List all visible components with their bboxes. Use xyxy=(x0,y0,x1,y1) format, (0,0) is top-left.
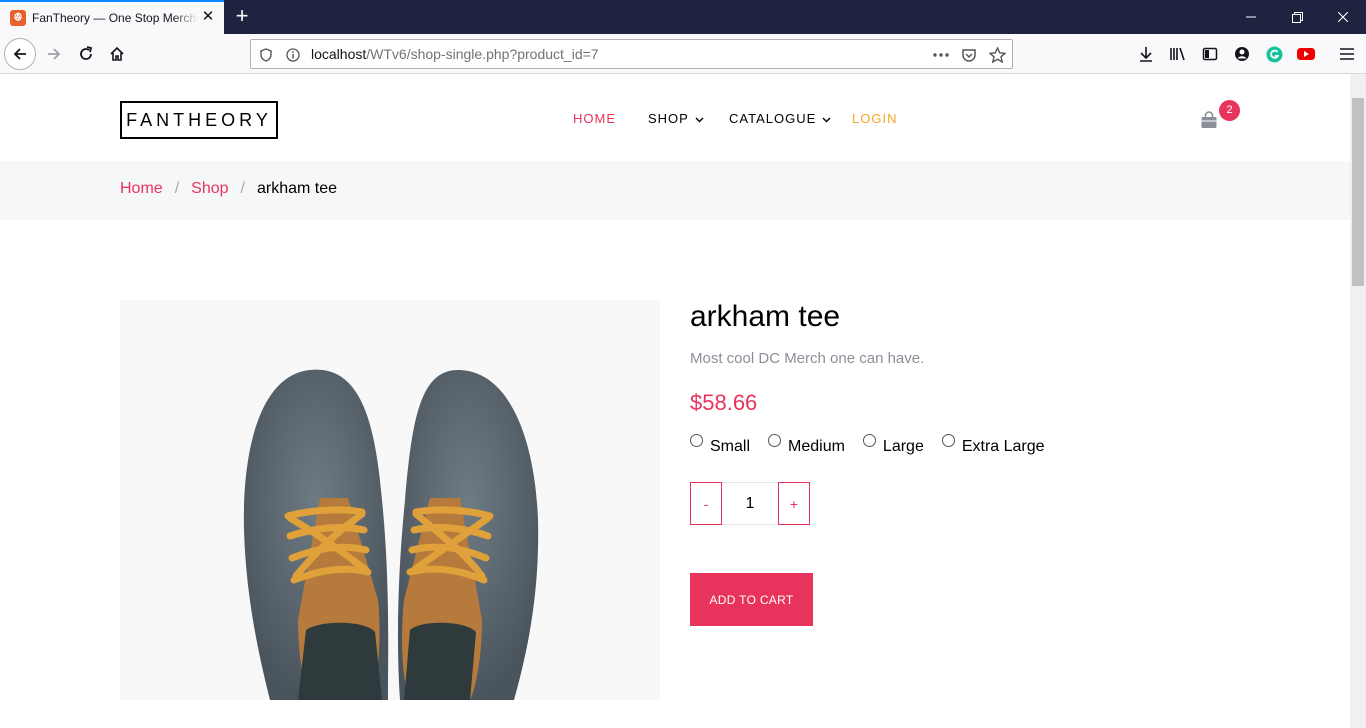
size-radio-extra-large[interactable] xyxy=(941,434,955,447)
close-window-button[interactable] xyxy=(1320,0,1366,34)
quantity-increase-button[interactable]: + xyxy=(778,482,810,525)
product-image xyxy=(120,300,660,700)
page-actions-icon[interactable] xyxy=(932,46,950,64)
new-tab-button[interactable]: + xyxy=(230,4,254,28)
hamburger-menu-icon xyxy=(1340,48,1354,60)
breadcrumb-separator: / xyxy=(240,180,245,197)
account-button[interactable] xyxy=(1226,38,1258,70)
size-option-large[interactable]: Large xyxy=(862,434,924,456)
address-bar[interactable]: localhost/WTv6/shop-single.php?product_i… xyxy=(250,39,1013,69)
left-shoe xyxy=(243,369,389,700)
breadcrumb-shop-link[interactable]: Shop xyxy=(191,180,228,197)
restore-window-button[interactable] xyxy=(1274,0,1320,34)
page-viewport: FANTHEORY HOME SHOP CATALOGUE LOGIN 2 Ho… xyxy=(0,74,1350,728)
bookmark-star-icon[interactable] xyxy=(988,46,1006,64)
tab-title: FanTheory — One Stop Merche xyxy=(32,11,198,25)
quantity-input[interactable] xyxy=(722,482,778,525)
browser-tab-bar: ꔮ FanTheory — One Stop Merche ✕ + xyxy=(0,0,1366,34)
site-favicon-icon: ꔮ xyxy=(10,10,26,26)
nav-home-link[interactable]: HOME xyxy=(573,111,616,126)
youtube-extension-button[interactable] xyxy=(1290,38,1322,70)
add-to-cart-button[interactable]: ADD TO CART xyxy=(690,573,813,626)
app-menu-button[interactable] xyxy=(1331,38,1363,70)
browser-tab[interactable]: ꔮ FanTheory — One Stop Merche ✕ xyxy=(0,0,224,34)
youtube-icon xyxy=(1297,48,1315,60)
grammarly-icon xyxy=(1266,46,1282,62)
forward-arrow-icon xyxy=(48,48,61,60)
grammarly-extension-button[interactable] xyxy=(1258,38,1290,70)
site-logo[interactable]: FANTHEORY xyxy=(120,101,278,139)
site-info-icon[interactable] xyxy=(284,46,302,64)
quantity-stepper: - + xyxy=(690,482,810,525)
browser-toolbar: localhost/WTv6/shop-single.php?product_i… xyxy=(0,34,1366,74)
tracking-shield-icon[interactable] xyxy=(257,46,275,64)
nav-shop-label: SHOP xyxy=(648,111,689,126)
quantity-decrease-button[interactable]: - xyxy=(690,482,722,525)
url-text: localhost/WTv6/shop-single.php?product_i… xyxy=(311,46,599,62)
size-radio-medium[interactable] xyxy=(768,434,782,447)
breadcrumb-current: arkham tee xyxy=(256,180,338,197)
product-price: $58.66 xyxy=(690,390,758,415)
size-label: Small xyxy=(710,438,751,455)
download-icon xyxy=(1140,47,1152,62)
downloads-button[interactable] xyxy=(1130,38,1162,70)
nav-catalogue-link[interactable]: CATALOGUE xyxy=(729,111,831,126)
size-label: Extra Large xyxy=(961,438,1045,455)
product-title: arkham tee xyxy=(690,300,841,333)
sidebar-icon xyxy=(1202,47,1218,61)
size-label: Medium xyxy=(788,438,845,455)
reload-icon xyxy=(80,46,93,60)
minimize-window-button[interactable] xyxy=(1228,0,1274,34)
shoes-illustration xyxy=(243,369,539,700)
forward-button[interactable] xyxy=(38,38,70,70)
back-button[interactable] xyxy=(4,38,36,70)
chevron-down-icon xyxy=(695,115,704,126)
breadcrumb-separator: / xyxy=(174,180,180,197)
size-radio-large[interactable] xyxy=(862,434,876,447)
library-button[interactable] xyxy=(1162,38,1194,70)
page-scrollbar[interactable] xyxy=(1350,74,1366,728)
home-icon xyxy=(110,46,124,61)
nav-catalogue-label: CATALOGUE xyxy=(729,111,817,126)
size-option-medium[interactable]: Medium xyxy=(768,434,845,456)
pocket-icon[interactable] xyxy=(960,46,978,64)
sidebar-button[interactable] xyxy=(1194,38,1226,70)
account-icon xyxy=(1235,47,1249,61)
breadcrumb: Home / Shop / arkham tee xyxy=(120,180,337,198)
site-header: FANTHEORY HOME SHOP CATALOGUE LOGIN 2 xyxy=(0,74,1350,161)
product-description: Most cool DC Merch one can have. xyxy=(690,350,925,367)
size-radio-small[interactable] xyxy=(690,434,703,447)
size-label: Large xyxy=(882,438,924,455)
nav-login-link[interactable]: LOGIN xyxy=(852,111,897,126)
back-arrow-icon xyxy=(13,48,26,60)
nav-shop-link[interactable]: SHOP xyxy=(648,111,704,126)
size-option-extra-large[interactable]: Extra Large xyxy=(941,434,1045,456)
reload-button[interactable] xyxy=(70,38,102,70)
cart-count-badge: 2 xyxy=(1219,100,1240,121)
breadcrumb-home-link[interactable]: Home xyxy=(120,180,163,197)
size-options: Small Medium Large Extra Large xyxy=(690,434,1063,456)
library-icon xyxy=(1170,47,1185,61)
shopping-bag-icon[interactable] xyxy=(1200,111,1218,129)
home-button[interactable] xyxy=(101,38,133,70)
scrollbar-thumb[interactable] xyxy=(1352,98,1364,286)
right-shoe xyxy=(397,369,539,700)
chevron-down-icon xyxy=(822,115,831,126)
size-option-small[interactable]: Small xyxy=(690,434,750,456)
breadcrumb-bar: Home / Shop / arkham tee xyxy=(0,161,1350,220)
close-tab-icon[interactable]: ✕ xyxy=(200,9,216,25)
